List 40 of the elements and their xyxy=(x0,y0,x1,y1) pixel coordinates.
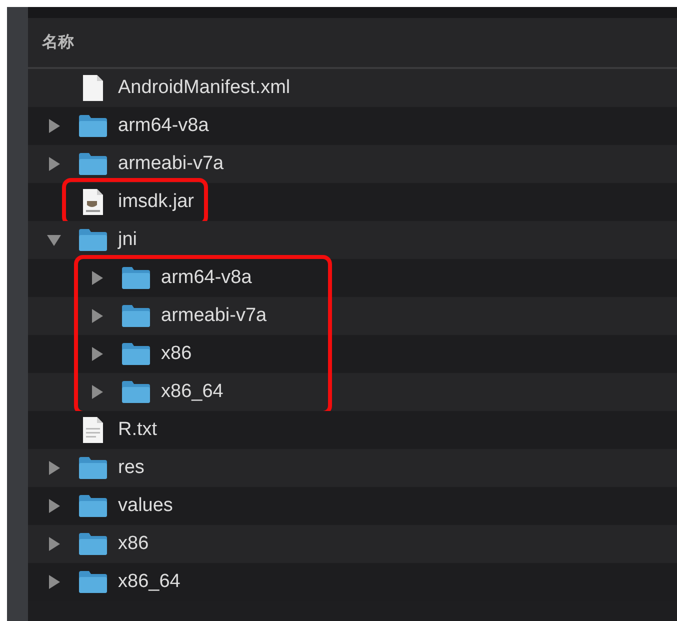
file-name[interactable]: armeabi-v7a xyxy=(118,153,224,175)
file-name[interactable]: x86 xyxy=(161,343,192,365)
coffee-document-icon xyxy=(82,188,104,216)
expand-arrow-icon[interactable] xyxy=(46,498,62,514)
folder-icon xyxy=(78,570,108,594)
file-name[interactable]: AndroidManifest.xml xyxy=(118,77,290,99)
expand-arrow-icon[interactable] xyxy=(46,156,62,172)
expand-arrow-icon[interactable] xyxy=(89,384,105,400)
expand-arrow-icon[interactable] xyxy=(46,118,62,134)
file-name[interactable]: x86_64 xyxy=(118,571,180,593)
expand-arrow-icon[interactable] xyxy=(89,270,105,286)
folder-icon xyxy=(121,266,151,290)
folder-icon xyxy=(121,342,151,366)
file-name[interactable]: values xyxy=(118,495,173,517)
folder-icon xyxy=(78,114,108,138)
folder-icon xyxy=(78,532,108,556)
folder-icon xyxy=(78,228,108,252)
file-name[interactable]: jni xyxy=(118,229,138,251)
folder-icon xyxy=(121,380,151,404)
collapse-arrow-icon[interactable] xyxy=(46,232,62,248)
file-name[interactable]: res xyxy=(118,457,144,479)
file-name[interactable]: x86 xyxy=(118,533,149,555)
file-name[interactable]: armeabi-v7a xyxy=(161,305,267,327)
file-name[interactable]: arm64-v8a xyxy=(118,115,209,137)
folder-icon xyxy=(78,152,108,176)
column-header[interactable]: 名称 xyxy=(42,32,74,53)
expand-arrow-icon[interactable] xyxy=(89,308,105,324)
file-name[interactable]: x86_64 xyxy=(161,381,224,403)
text-document-icon xyxy=(82,416,104,444)
expand-arrow-icon[interactable] xyxy=(46,536,62,552)
file-name[interactable]: arm64-v8a xyxy=(161,267,252,289)
document-icon xyxy=(82,74,104,102)
file-name[interactable]: imsdk.jar xyxy=(118,191,194,213)
folder-icon xyxy=(78,494,108,518)
folder-icon xyxy=(78,456,108,480)
file-name[interactable]: R.txt xyxy=(118,419,158,441)
expand-arrow-icon[interactable] xyxy=(89,346,105,362)
folder-icon xyxy=(121,304,151,328)
expand-arrow-icon[interactable] xyxy=(46,460,62,476)
expand-arrow-icon[interactable] xyxy=(46,574,62,590)
